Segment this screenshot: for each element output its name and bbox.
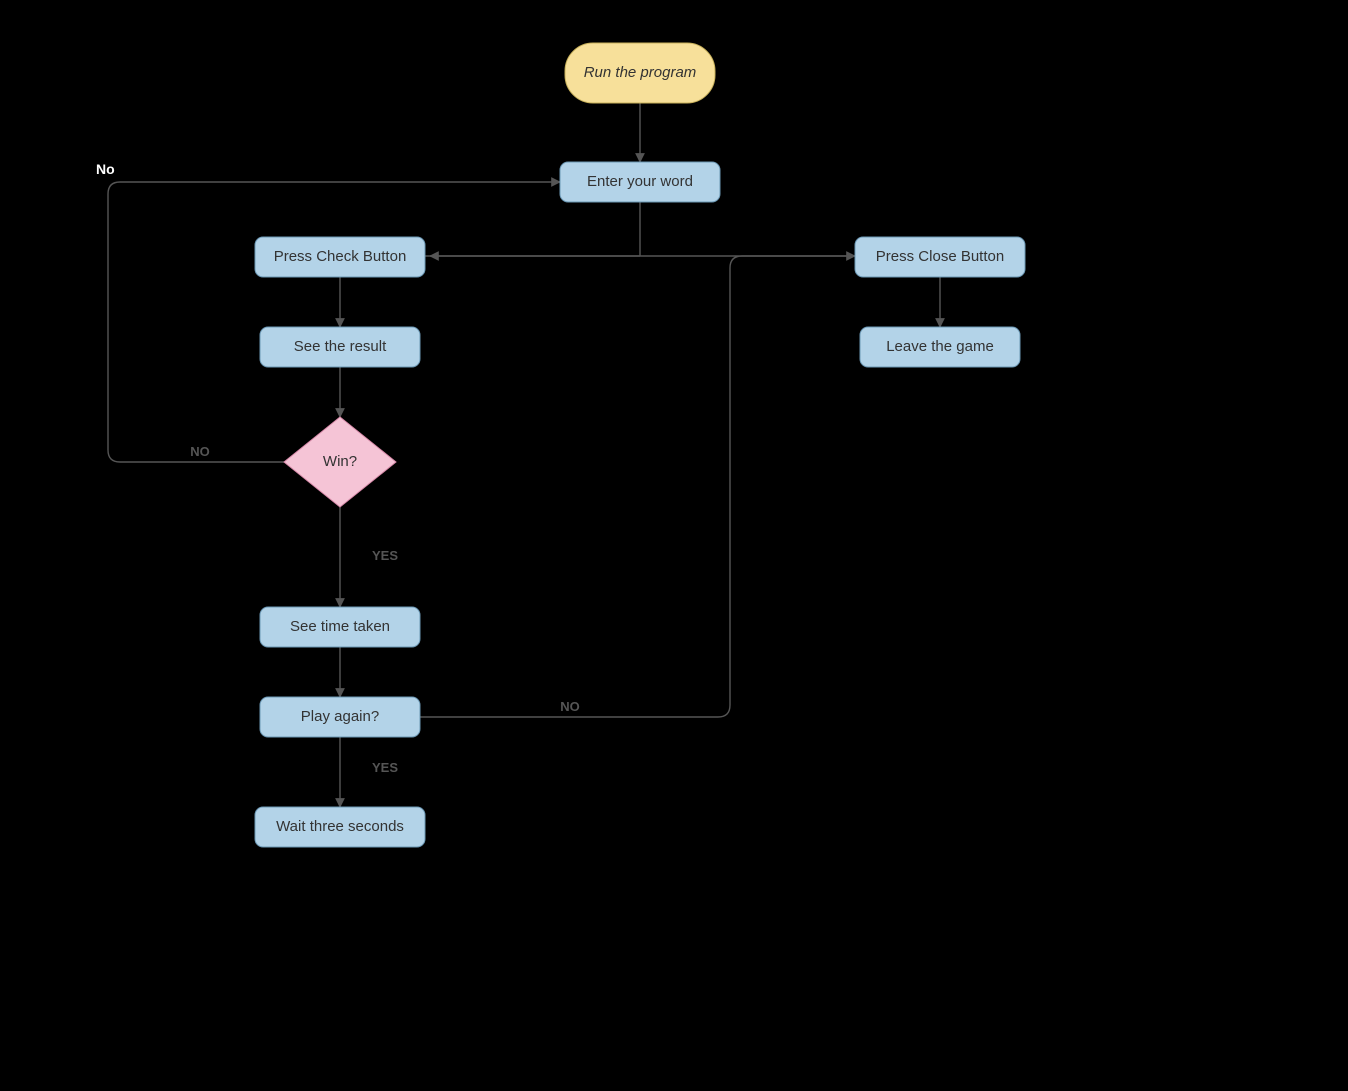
edge-label-play-yes: YES [372,760,398,775]
edge-play-no [420,256,855,717]
node-wait: Wait three seconds [276,818,404,835]
node-press-close: Press Close Button [876,248,1004,265]
edge-label-top-no: No [96,161,115,177]
node-win: Win? [323,453,357,470]
node-start: Run the program [584,64,697,81]
edge-win-no [108,182,560,462]
node-see-result: See the result [294,338,387,355]
node-leave: Leave the game [886,338,994,355]
node-press-check: Press Check Button [274,248,407,265]
edge-label-win-yes: YES [372,548,398,563]
edge-label-play-no: NO [560,699,580,714]
node-enter: Enter your word [587,173,693,190]
node-play-again: Play again? [301,708,379,725]
edge-label-win-no: NO [190,444,210,459]
node-see-time: See time taken [290,618,390,635]
